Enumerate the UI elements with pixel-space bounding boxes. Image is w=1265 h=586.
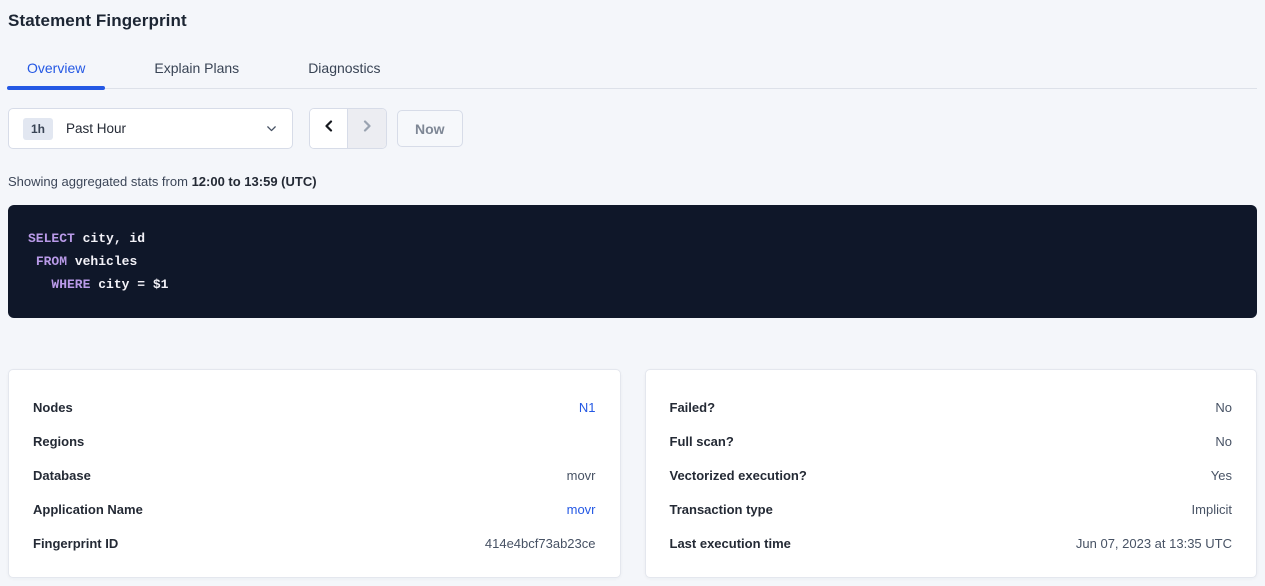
vectorized-execution-value: Yes bbox=[1211, 468, 1232, 483]
row-label: Failed? bbox=[670, 400, 716, 415]
sql-keyword: FROM bbox=[36, 254, 67, 269]
row-label: Transaction type bbox=[670, 502, 773, 517]
previous-time-button[interactable] bbox=[310, 109, 348, 148]
sql-indent bbox=[28, 277, 51, 292]
tab-explain-plans[interactable]: Explain Plans bbox=[134, 60, 259, 88]
row-label: Nodes bbox=[33, 400, 73, 415]
row-fingerprint-id: Fingerprint ID 414e4bcf73ab23ce bbox=[33, 526, 596, 560]
tab-bar: Overview Explain Plans Diagnostics bbox=[7, 60, 1257, 89]
row-failed: Failed? No bbox=[670, 390, 1233, 424]
aggregated-stats-line: Showing aggregated stats from 12:00 to 1… bbox=[8, 174, 1257, 189]
row-full-scan: Full scan? No bbox=[670, 424, 1233, 458]
next-time-button[interactable] bbox=[348, 109, 386, 148]
row-regions: Regions bbox=[33, 424, 596, 458]
sql-text: vehicles bbox=[67, 254, 137, 269]
statement-fingerprint-page: Statement Fingerprint Overview Explain P… bbox=[0, 11, 1265, 578]
sql-text: city = $1 bbox=[90, 277, 168, 292]
row-label: Vectorized execution? bbox=[670, 468, 807, 483]
full-scan-value: No bbox=[1215, 434, 1232, 449]
tab-diagnostics[interactable]: Diagnostics bbox=[288, 60, 400, 88]
chevron-left-icon bbox=[321, 118, 337, 139]
row-label: Fingerprint ID bbox=[33, 536, 118, 551]
row-label: Full scan? bbox=[670, 434, 734, 449]
statement-details-card: Nodes N1 Regions Database movr Applicati… bbox=[8, 369, 621, 578]
sql-keyword: WHERE bbox=[51, 277, 90, 292]
sql-statement-box: SELECT city, id FROM vehicles WHERE city… bbox=[8, 205, 1257, 318]
chevron-down-icon bbox=[265, 122, 278, 135]
application-name-link[interactable]: movr bbox=[567, 502, 596, 517]
summary-cards: Nodes N1 Regions Database movr Applicati… bbox=[8, 369, 1257, 578]
database-value: movr bbox=[567, 468, 596, 483]
time-range-dropdown[interactable]: 1h Past Hour bbox=[8, 108, 293, 149]
fingerprint-id-value: 414e4bcf73ab23ce bbox=[485, 536, 596, 551]
stats-prefix: Showing aggregated stats from bbox=[8, 174, 192, 189]
chevron-right-icon bbox=[359, 118, 375, 139]
row-database: Database movr bbox=[33, 458, 596, 492]
transaction-type-value: Implicit bbox=[1192, 502, 1232, 517]
row-vectorized-execution: Vectorized execution? Yes bbox=[670, 458, 1233, 492]
row-label: Last execution time bbox=[670, 536, 791, 551]
row-last-execution-time: Last execution time Jun 07, 2023 at 13:3… bbox=[670, 526, 1233, 560]
row-transaction-type: Transaction type Implicit bbox=[670, 492, 1233, 526]
time-controls: 1h Past Hour bbox=[8, 108, 1257, 149]
row-nodes: Nodes N1 bbox=[33, 390, 596, 424]
sql-indent bbox=[28, 254, 36, 269]
sql-line-3: WHERE city = $1 bbox=[28, 273, 1237, 296]
failed-value: No bbox=[1215, 400, 1232, 415]
sql-line-1: SELECT city, id bbox=[28, 227, 1237, 250]
sql-text: city, id bbox=[75, 231, 145, 246]
tab-overview[interactable]: Overview bbox=[7, 60, 105, 88]
nodes-link[interactable]: N1 bbox=[579, 400, 596, 415]
sql-keyword: SELECT bbox=[28, 231, 75, 246]
time-step-group bbox=[309, 108, 387, 149]
row-label: Application Name bbox=[33, 502, 143, 517]
stats-range: 12:00 to 13:59 (UTC) bbox=[192, 174, 317, 189]
row-application-name: Application Name movr bbox=[33, 492, 596, 526]
last-execution-time-value: Jun 07, 2023 at 13:35 UTC bbox=[1076, 536, 1232, 551]
time-range-badge: 1h bbox=[23, 118, 53, 140]
sql-line-2: FROM vehicles bbox=[28, 250, 1237, 273]
row-label: Database bbox=[33, 468, 91, 483]
now-button[interactable]: Now bbox=[397, 110, 463, 147]
row-label: Regions bbox=[33, 434, 84, 449]
execution-attributes-card: Failed? No Full scan? No Vectorized exec… bbox=[645, 369, 1258, 578]
time-range-label: Past Hour bbox=[66, 121, 126, 136]
page-title: Statement Fingerprint bbox=[8, 11, 1257, 31]
